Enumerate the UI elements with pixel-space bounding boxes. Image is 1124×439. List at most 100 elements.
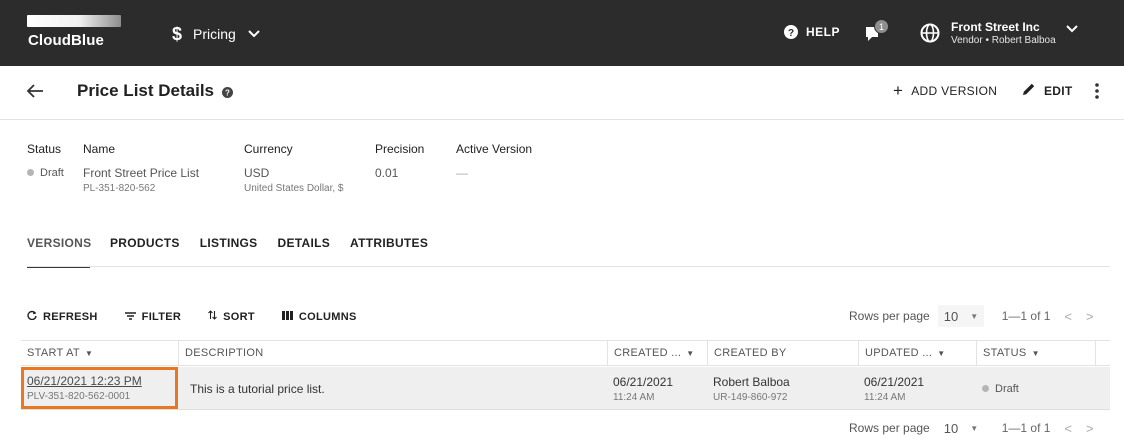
column-header-status[interactable]: STATUS ▼: [976, 341, 1096, 366]
name-value: Front Street Price List: [83, 166, 200, 180]
status-value: Draft: [982, 382, 1096, 396]
active-version-value: —: [456, 166, 468, 180]
columns-button[interactable]: COLUMNS: [281, 310, 357, 323]
filter-button[interactable]: FILTER: [124, 311, 181, 323]
account-text: Front Street Inc Vendor • Robert Balboa: [951, 20, 1056, 47]
next-page-icon[interactable]: >: [1086, 309, 1094, 324]
logo-text: CloudBlue: [28, 32, 104, 49]
cloudblue-logo[interactable]: CloudBlue: [27, 15, 123, 51]
status-text: Draft: [995, 383, 1019, 395]
prev-page-icon[interactable]: <: [1064, 309, 1072, 324]
start-at-link[interactable]: 06/21/2021 12:23 PM: [27, 374, 178, 388]
rows-per-page-label: Rows per page: [849, 309, 930, 323]
table-row[interactable]: 06/21/2021 12:23 PM PLV-351-820-562-0001…: [21, 367, 1110, 410]
sort-icon: [208, 310, 218, 323]
created-date: 06/21/2021: [613, 375, 674, 389]
pagination-top: Rows per page 10 ▼ 1—1 of 1 < >: [849, 305, 1094, 327]
account-name: Front Street Inc: [951, 20, 1040, 34]
column-header-label: DESCRIPTION: [185, 347, 264, 359]
cell-updated: 06/21/2021 11:24 AM: [858, 367, 976, 410]
precision-value: 0.01: [375, 166, 399, 180]
logo-bar: [27, 15, 121, 27]
detail-status: Status Draft: [27, 142, 64, 180]
tab-details[interactable]: DETAILS: [278, 236, 331, 268]
tab-listings[interactable]: LISTINGS: [200, 236, 258, 268]
sort-down-icon: ▼: [937, 349, 946, 358]
sort-down-icon: ▼: [686, 349, 695, 358]
pencil-icon: [1022, 82, 1044, 99]
help-icon[interactable]: ?: [222, 85, 233, 103]
account-subtitle: Vendor • Robert Balboa: [951, 35, 1056, 46]
created-time: 11:24 AM: [613, 392, 655, 403]
chevron-down-icon: [248, 30, 260, 38]
tab-bar: VERSIONS PRODUCTS LISTINGS DETAILS ATTRI…: [27, 236, 448, 268]
detail-precision: Precision 0.01: [375, 142, 424, 180]
sort-label: SORT: [223, 310, 255, 323]
back-arrow-icon[interactable]: [26, 83, 44, 104]
updated-date: 06/21/2021: [864, 375, 925, 389]
status-value: Draft: [27, 166, 64, 180]
tab-versions[interactable]: VERSIONS: [27, 236, 91, 268]
notification-badge: 1: [874, 19, 889, 34]
sort-button[interactable]: SORT: [208, 310, 255, 323]
column-header-created-by[interactable]: CREATED BY: [707, 341, 858, 366]
created-by-name: Robert Balboa: [713, 375, 790, 389]
currency-value: USD: [244, 166, 270, 180]
column-header-created[interactable]: CREATED ... ▼: [607, 341, 707, 366]
help-icon: ?: [784, 25, 798, 39]
currency-label: Currency: [244, 142, 293, 156]
detail-currency: Currency USD United States Dollar, $: [244, 142, 344, 195]
cell-status: Draft: [976, 367, 1096, 410]
table-toolbar: REFRESH FILTER SORT COLUMNS: [27, 310, 384, 323]
column-header-updated[interactable]: UPDATED ... ▼: [858, 341, 976, 366]
rows-per-page-label: Rows per page: [849, 421, 930, 435]
currency-subtitle: United States Dollar, $: [244, 183, 344, 194]
rows-per-page-value: 10: [943, 420, 959, 436]
pagination-range: 1—1 of 1: [1001, 309, 1051, 323]
column-header-label: CREATED ...: [614, 347, 682, 359]
created-by-id: UR-149-860-972: [713, 392, 788, 403]
precision-label: Precision: [375, 142, 425, 156]
tabs-divider: [27, 266, 1110, 267]
prev-page-icon[interactable]: <: [1064, 421, 1072, 436]
page-header: Price List Details ? + ADD VERSION EDIT: [0, 66, 1124, 120]
rows-per-page-select[interactable]: 10 ▼: [937, 417, 984, 439]
notifications-button[interactable]: 1: [864, 19, 894, 45]
edit-button[interactable]: EDIT: [1022, 82, 1073, 99]
table-header: START AT ▼ DESCRIPTION CREATED ... ▼ CREAT…: [21, 340, 1110, 366]
caret-down-icon: ▼: [970, 423, 979, 433]
caret-down-icon: ▼: [970, 311, 979, 321]
column-header-description[interactable]: DESCRIPTION: [178, 341, 607, 366]
add-version-label: ADD VERSION: [911, 84, 998, 98]
help-button[interactable]: ? HELP: [784, 25, 840, 39]
column-header-start-at[interactable]: START AT ▼: [21, 341, 178, 366]
module-label: Pricing: [193, 26, 236, 42]
rows-per-page-select[interactable]: 10 ▼: [937, 305, 984, 327]
help-label: HELP: [806, 25, 841, 39]
status-dot-icon: [27, 169, 34, 176]
edit-label: EDIT: [1044, 83, 1073, 98]
cell-description: This is a tutorial price list.: [184, 367, 607, 410]
tab-attributes[interactable]: ATTRIBUTES: [350, 236, 428, 268]
column-header-label: STATUS: [983, 347, 1027, 359]
dollar-icon: $: [172, 23, 183, 44]
refresh-button[interactable]: REFRESH: [27, 310, 98, 323]
cell-start-at: 06/21/2021 12:23 PM PLV-351-820-562-0001: [21, 367, 178, 410]
refresh-icon: [27, 310, 37, 323]
filter-icon: [124, 311, 136, 323]
next-page-icon[interactable]: >: [1086, 421, 1094, 436]
page-title: Price List Details: [77, 81, 215, 100]
tab-products[interactable]: PRODUCTS: [110, 236, 180, 268]
account-menu[interactable]: Front Street Inc Vendor • Robert Balboa: [920, 20, 1078, 47]
rows-per-page-value: 10: [943, 308, 959, 324]
column-header-label: START AT: [27, 347, 80, 359]
module-switcher[interactable]: $ Pricing: [172, 22, 260, 46]
columns-label: COLUMNS: [298, 310, 357, 323]
name-id: PL-351-820-562: [83, 183, 156, 194]
version-id: PLV-351-820-562-0001: [27, 391, 131, 402]
more-vert-icon[interactable]: [1094, 82, 1100, 105]
sort-down-icon: ▼: [84, 349, 94, 358]
add-version-button[interactable]: + ADD VERSION: [893, 82, 998, 99]
active-version-label: Active Version: [456, 142, 533, 156]
svg-text:?: ?: [225, 89, 230, 98]
